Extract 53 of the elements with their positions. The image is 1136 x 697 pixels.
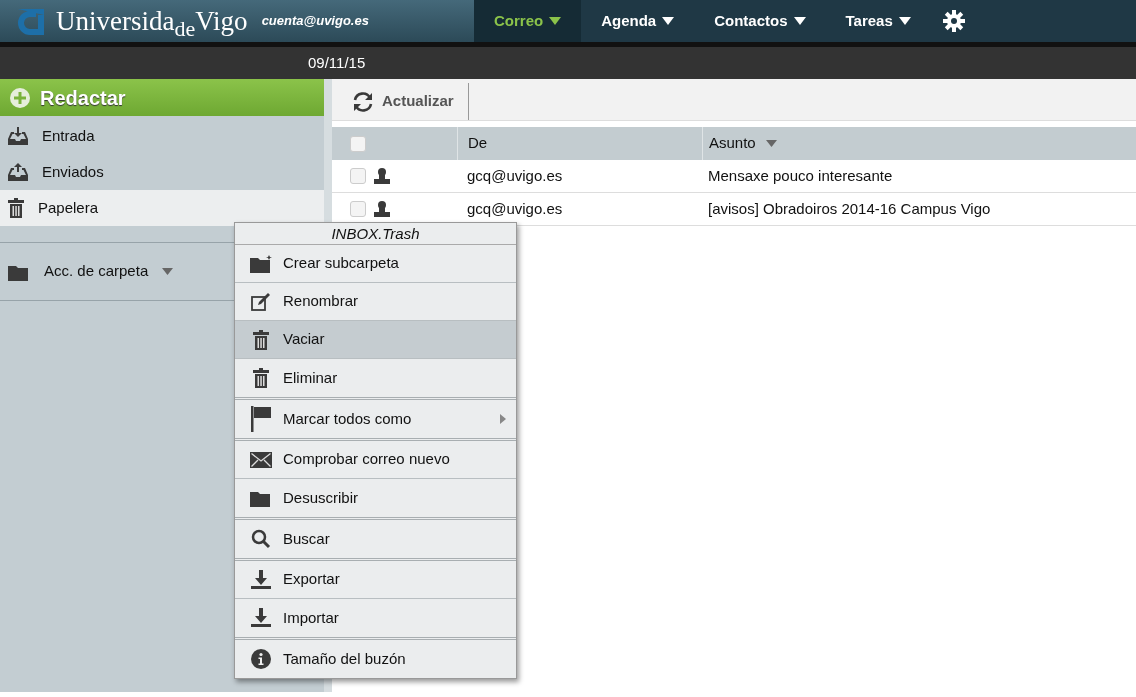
envelope-icon — [250, 451, 272, 468]
flag-icon — [250, 406, 272, 432]
menu-item[interactable]: Buscar — [235, 520, 516, 558]
menu-item[interactable]: Tamaño del buzón — [235, 640, 516, 678]
caret-icon — [662, 17, 675, 25]
search-icon — [251, 529, 271, 549]
caret-icon — [162, 268, 174, 275]
sender: gcq@uvigo.es — [467, 165, 563, 186]
trash-icon — [253, 329, 269, 350]
trash-icon — [253, 368, 269, 388]
nav-tab[interactable]: Correo — [474, 0, 582, 42]
menu-item[interactable]: Importar — [235, 599, 516, 637]
edit-icon — [251, 292, 271, 311]
date-label: 09/11/15 — [308, 52, 366, 73]
folder-icon — [250, 489, 272, 507]
download-icon — [251, 569, 271, 590]
person-icon — [374, 168, 390, 184]
menu-item[interactable]: Comprobar correo nuevo — [235, 441, 516, 479]
info-icon — [251, 649, 271, 669]
subject: Mensaxe pouco interesante — [708, 165, 893, 186]
menu-item[interactable]: Crear subcarpeta — [235, 245, 516, 283]
inbox-icon — [8, 127, 28, 145]
row-checkbox[interactable] — [350, 168, 366, 184]
new-folder-icon — [250, 254, 272, 273]
person-icon — [374, 201, 390, 217]
menu-item[interactable]: Marcar todos como — [235, 400, 516, 438]
column-header[interactable]: Asunto — [709, 132, 756, 155]
plus-icon — [10, 87, 30, 108]
caret-icon — [793, 17, 806, 25]
folder-item[interactable]: Papelera — [0, 190, 324, 226]
download-icon — [251, 608, 271, 628]
folder-item[interactable]: Entrada — [0, 118, 324, 154]
caret-icon — [549, 17, 562, 25]
column-header[interactable]: De — [468, 132, 488, 155]
refresh-icon — [352, 90, 374, 113]
subject: [avisos] Obradoiros 2014-16 Campus Vigo — [708, 198, 991, 219]
menu-item[interactable]: Vaciar — [235, 321, 516, 359]
menu-item[interactable]: Desuscribir — [235, 479, 516, 517]
menu-item[interactable]: Eliminar — [235, 359, 516, 397]
sort-icon[interactable] — [765, 140, 777, 147]
menu-item[interactable]: Exportar — [235, 561, 516, 599]
row-checkbox[interactable] — [350, 201, 366, 217]
trash-icon — [8, 198, 24, 218]
account-email: cuenta@uvigo.es — [261, 12, 369, 31]
university-logo: Universida$_{de}$Vigo — [56, 4, 248, 42]
folder-actions-menu[interactable]: Acc. de carpeta — [8, 260, 174, 283]
caret-icon — [898, 17, 911, 25]
folder-item[interactable]: Enviados — [0, 154, 324, 190]
select-all-checkbox[interactable] — [350, 135, 366, 152]
outbox-icon — [8, 163, 28, 181]
settings-icon[interactable] — [942, 10, 965, 32]
sender: gcq@uvigo.es — [467, 198, 563, 219]
menu-title: INBOX.Trash — [235, 223, 516, 245]
